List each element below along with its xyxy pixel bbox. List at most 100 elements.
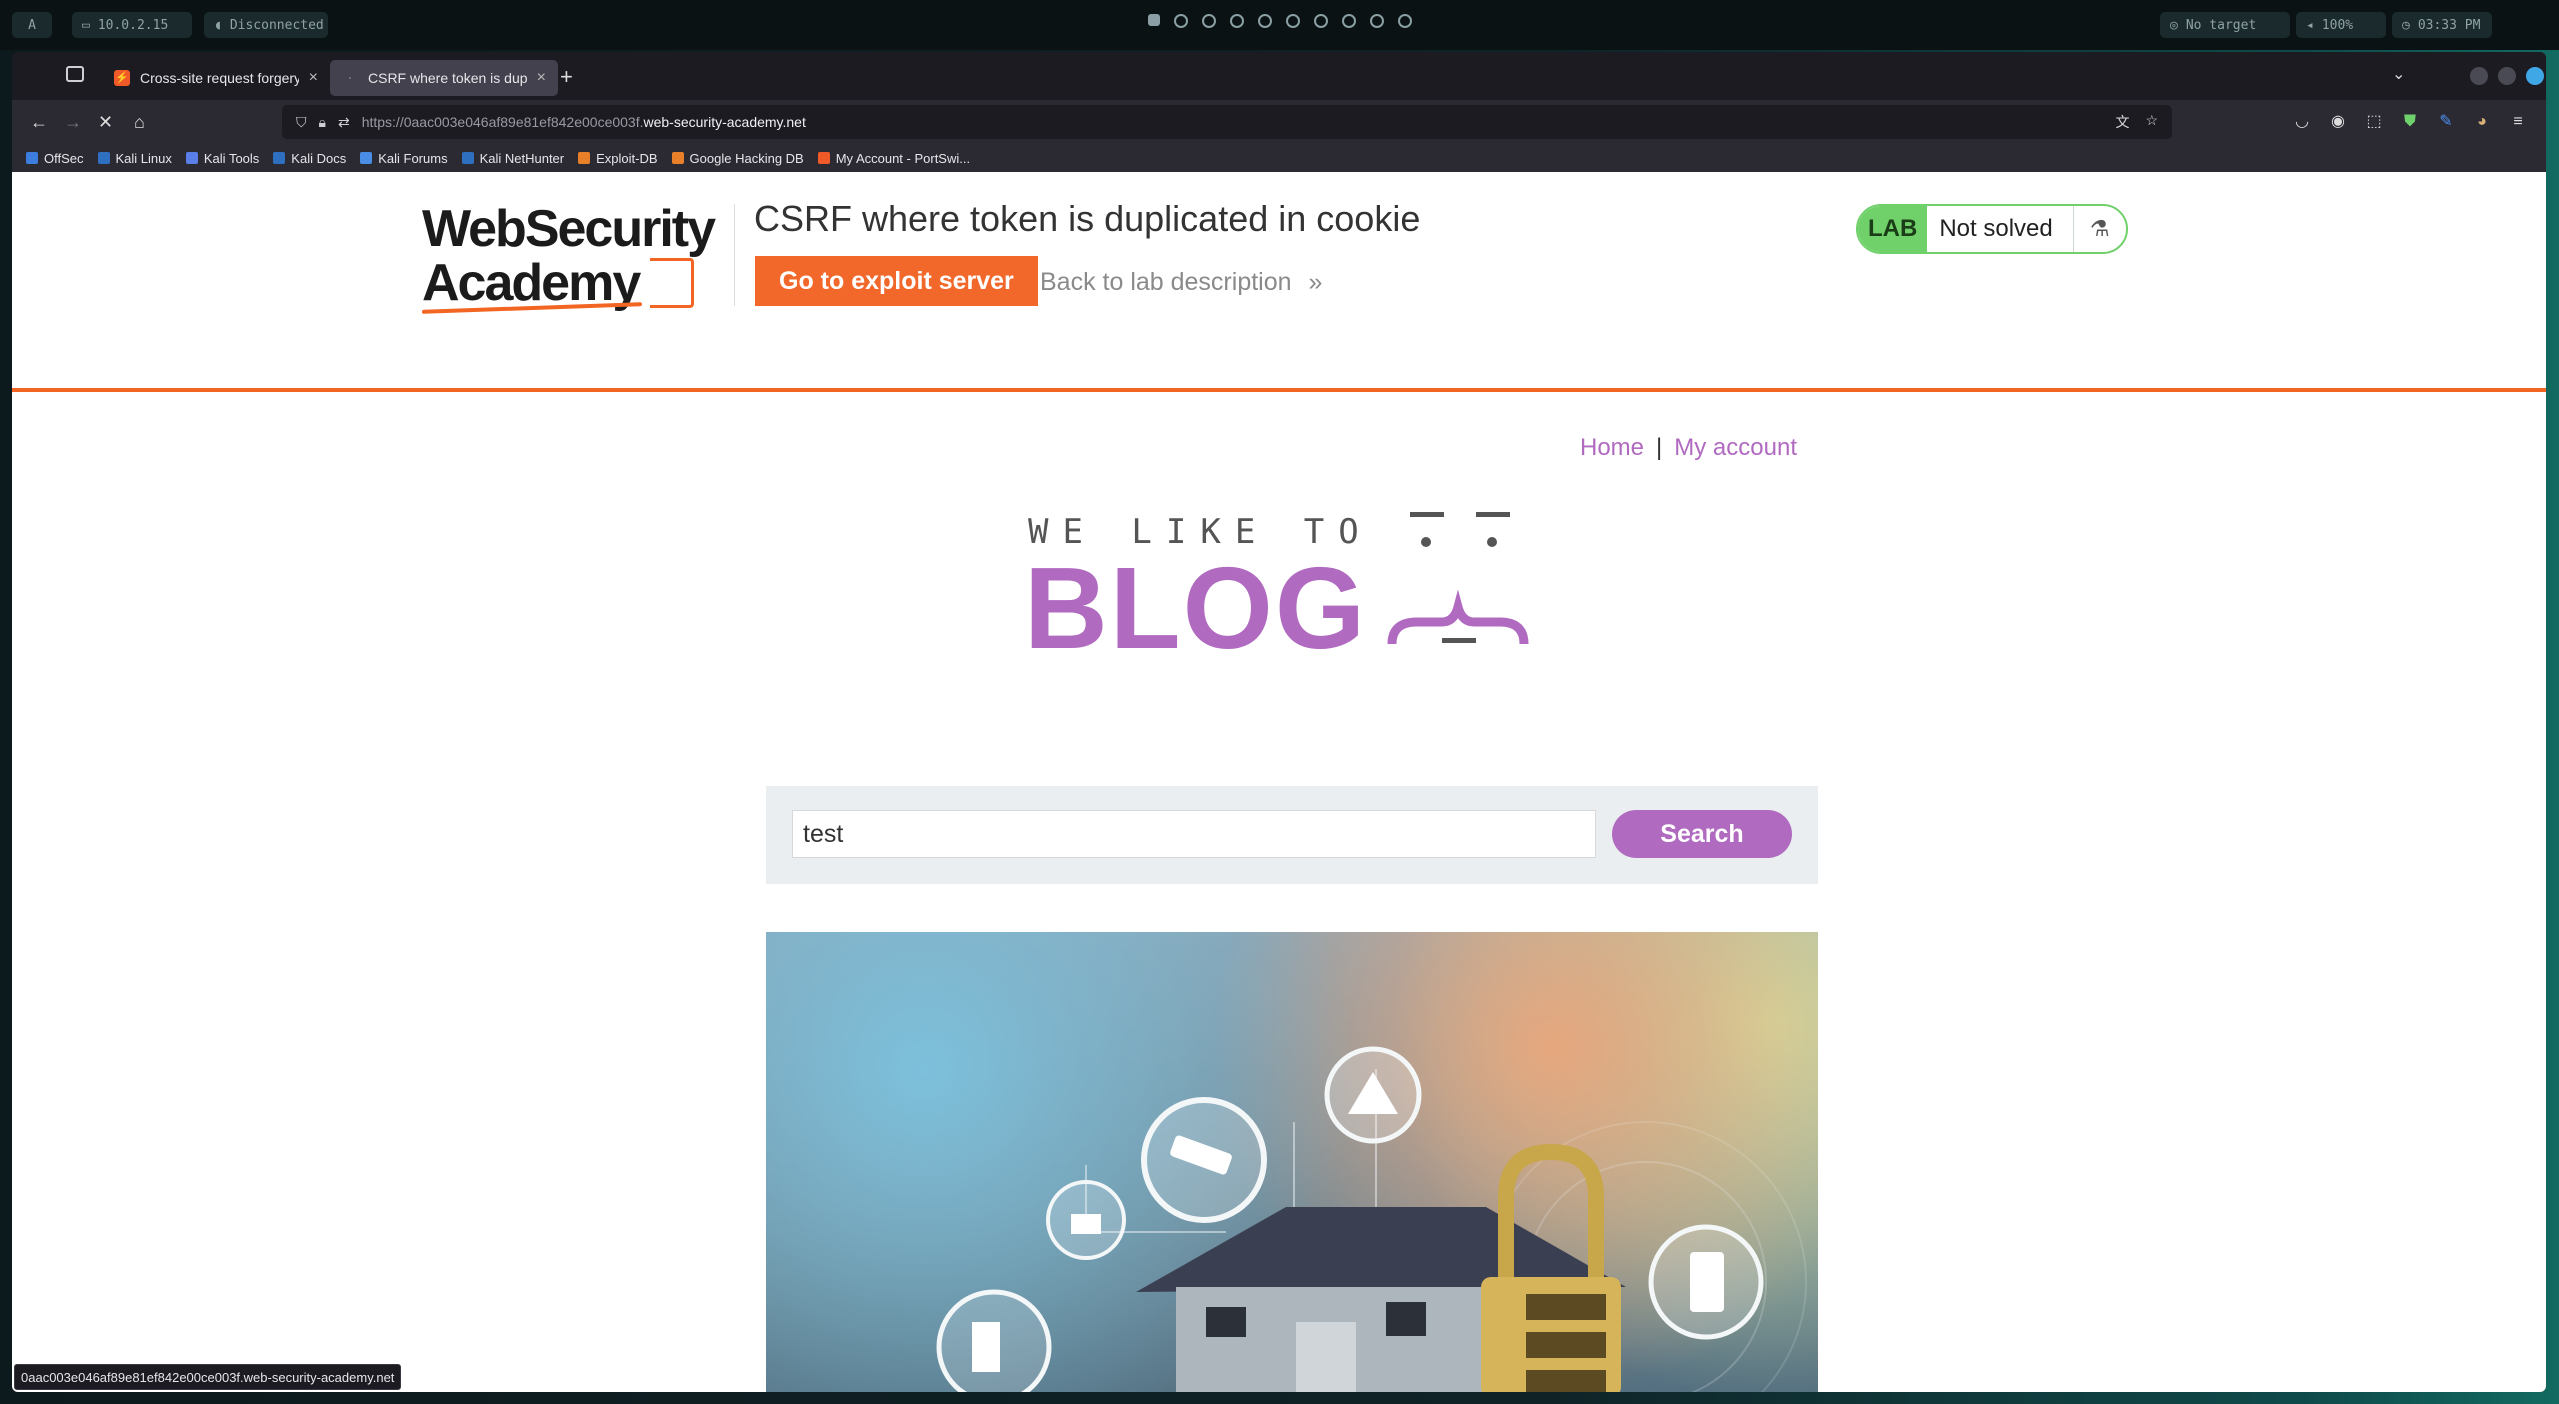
search-button[interactable]: Search: [1612, 810, 1792, 858]
bookmark-star-icon[interactable]: ☆: [2145, 112, 2158, 132]
workspace-9[interactable]: [1370, 14, 1384, 28]
permissions-icon[interactable]: ⇄: [338, 114, 350, 131]
back-arrow-icon[interactable]: ←: [30, 110, 48, 134]
bookmark-label: Kali Docs: [291, 150, 347, 166]
account-icon[interactable]: ◉: [2328, 112, 2348, 132]
clock-icon: ◷: [2402, 17, 2410, 33]
web-security-academy-logo[interactable]: WebSecurity Academy: [422, 202, 732, 322]
header-divider: [734, 204, 735, 306]
bookmark-label: Kali NetHunter: [479, 150, 565, 166]
tab-title: Cross-site request forgery: [140, 70, 299, 86]
bookmark-label: Kali Linux: [115, 150, 172, 166]
new-tab-button[interactable]: +: [560, 64, 573, 90]
list-tabs-chevron-icon[interactable]: ⌄: [2392, 64, 2405, 84]
workspace-10[interactable]: [1398, 14, 1412, 28]
bookmark-my-account-portswigger[interactable]: My Account - PortSwi...: [817, 151, 970, 166]
bookmark-label: Exploit-DB: [596, 150, 658, 166]
back-to-lab-description-link[interactable]: Back to lab description »: [1040, 268, 1322, 297]
portswigger-favicon-icon: ⚡: [114, 70, 130, 86]
search-input[interactable]: [792, 810, 1596, 858]
shield-extension-icon[interactable]: ⛊: [2400, 112, 2420, 132]
workspace-6[interactable]: [1286, 14, 1300, 28]
launcher-button[interactable]: A: [12, 12, 52, 38]
home-icon[interactable]: ⌂: [134, 110, 145, 134]
tab-cross-site-request-forgery[interactable]: ⚡ Cross-site request forgery ×: [102, 60, 330, 96]
close-window-button[interactable]: [2526, 67, 2544, 85]
kali-icon: [97, 152, 110, 164]
workspace-3[interactable]: [1202, 14, 1216, 28]
translator-extension-icon[interactable]: ✎: [2436, 112, 2456, 132]
forward-arrow-icon[interactable]: →: [64, 110, 82, 134]
workspace-1[interactable]: [1148, 14, 1160, 26]
back-link-label: Back to lab description: [1040, 268, 1292, 296]
workspace-2[interactable]: [1174, 14, 1188, 28]
site-navigation: Home | My account: [1580, 434, 1797, 462]
kali-icon: [461, 152, 474, 164]
extensions-icon[interactable]: ⬚: [2364, 112, 2384, 132]
blog-post-image[interactable]: [766, 932, 1818, 1392]
hero-word: BLOG: [1024, 543, 1368, 673]
workspace-4[interactable]: [1230, 14, 1244, 28]
launcher-label: A: [28, 17, 36, 33]
bookmark-kali-docs[interactable]: Kali Docs: [273, 151, 346, 166]
navigation-toolbar: ← → ✕ ⌂ ⛉ 🔒︎ ⇄ https://0aac003e046af89e8…: [12, 100, 2546, 144]
vpn-indicator: ◖ Disconnected: [204, 12, 328, 38]
ip-indicator: ▭ 10.0.2.15: [72, 12, 192, 38]
bookmark-offsec[interactable]: OffSec: [26, 151, 84, 166]
tab-close-icon[interactable]: ×: [309, 69, 318, 87]
pocket-icon[interactable]: ◡: [2292, 112, 2312, 132]
workspace-8[interactable]: [1342, 14, 1356, 28]
url-text: https://0aac003e046af89e81ef842e00ce003f…: [362, 114, 806, 130]
address-bar[interactable]: ⛉ 🔒︎ ⇄ https://0aac003e046af89e81ef842e0…: [282, 105, 2172, 139]
browser-window: ⚡ Cross-site request forgery × · CSRF wh…: [12, 52, 2546, 1392]
home-link[interactable]: Home: [1580, 434, 1644, 461]
offsec-icon: [26, 152, 38, 164]
tab-overview-icon[interactable]: [66, 66, 84, 82]
bookmarks-toolbar: OffSec Kali Linux Kali Tools Kali Docs K…: [12, 144, 2546, 172]
ip-text: 10.0.2.15: [97, 17, 169, 33]
tab-csrf-lab[interactable]: · CSRF where token is duplic ×: [330, 60, 558, 96]
nav-separator: |: [1656, 434, 1663, 461]
workspace-5[interactable]: [1258, 14, 1272, 28]
vpn-text: Disconnected: [229, 17, 324, 33]
lightning-bolt-icon: [650, 258, 694, 308]
lab-badge: LAB: [1858, 206, 1928, 252]
kali-forums-icon: [360, 152, 373, 164]
volume-indicator[interactable]: ◂ 100%: [2296, 12, 2386, 38]
bookmark-kali-forums[interactable]: Kali Forums: [360, 150, 448, 166]
foxyproxy-extension-icon[interactable]: ◕: [2472, 112, 2492, 132]
face-icon: [1387, 512, 1529, 645]
exploit-db-icon: [578, 152, 591, 164]
bookmark-exploit-db[interactable]: Exploit-DB: [578, 150, 658, 166]
flask-icon: ⚗: [2089, 216, 2110, 241]
lab-status-widget: LAB Not solved ⚗: [1856, 204, 2128, 254]
my-account-link[interactable]: My account: [1674, 434, 1797, 461]
bookmark-label: Kali Forums: [378, 150, 448, 166]
bookmark-kali-nethunter[interactable]: Kali NetHunter: [461, 150, 565, 166]
stop-loading-icon[interactable]: ✕: [98, 110, 113, 134]
bookmark-google-hacking-db[interactable]: Google Hacking DB: [671, 151, 804, 166]
link-status-bar: 0aac003e046af89e81ef842e00ce003f.web-sec…: [14, 1364, 402, 1390]
lab-status-text: Not solved: [1927, 206, 2074, 252]
speaker-icon: ◂: [2306, 17, 2314, 33]
app-menu-icon[interactable]: ≡: [2508, 112, 2528, 132]
workspace-7[interactable]: [1314, 14, 1328, 28]
bookmark-kali-tools[interactable]: Kali Tools: [185, 151, 259, 166]
go-to-exploit-server-button[interactable]: Go to exploit server: [755, 256, 1038, 306]
bookmark-kali-linux[interactable]: Kali Linux: [97, 150, 172, 166]
lab-title: CSRF where token is duplicated in cookie: [754, 198, 1421, 239]
kali-icon: [273, 152, 286, 164]
tab-close-icon[interactable]: ×: [537, 69, 546, 87]
shield-icon: ◖: [214, 17, 222, 33]
minimize-button[interactable]: [2470, 67, 2488, 85]
translate-icon[interactable]: 文: [2115, 112, 2129, 132]
monitor-icon: ▭: [82, 17, 90, 33]
lock-icon[interactable]: 🔒︎: [319, 114, 326, 131]
clock-indicator: ◷ 03:33 PM: [2392, 12, 2492, 38]
tracking-shield-icon[interactable]: ⛉: [296, 114, 307, 131]
portswigger-icon: [817, 152, 830, 164]
maximize-button[interactable]: [2498, 67, 2516, 85]
target-indicator: ◎ No target: [2160, 12, 2290, 38]
target-text: No target: [2185, 17, 2257, 33]
search-panel: Search: [766, 786, 1818, 884]
